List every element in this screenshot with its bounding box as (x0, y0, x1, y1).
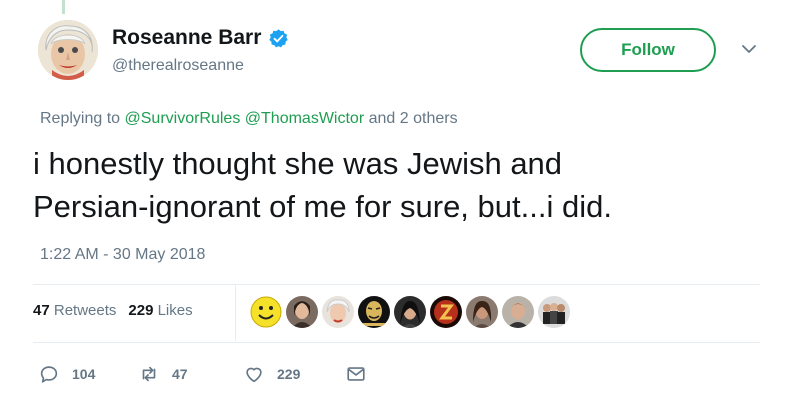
dark-hair-avatar[interactable] (466, 296, 498, 328)
retweet-action[interactable]: 47 (138, 363, 188, 385)
like-action[interactable]: 229 (243, 363, 300, 385)
reply-icon (40, 366, 58, 383)
divider (33, 284, 760, 285)
replying-to-line: Replying to @SurvivorRules @ThomasWictor… (40, 110, 458, 128)
stats-separator (235, 285, 236, 341)
direct-message-action[interactable] (345, 363, 367, 385)
man-portrait-avatar[interactable] (502, 296, 534, 328)
envelope-icon (347, 367, 365, 381)
likes-stat[interactable]: 229 Likes (128, 302, 192, 319)
liker-avatars (250, 296, 570, 328)
like-count: 229 (277, 366, 301, 382)
follow-button[interactable]: Follow (580, 28, 716, 72)
red-logo-avatar[interactable] (430, 296, 462, 328)
retweets-stat[interactable]: 47 Retweets (33, 302, 116, 319)
author-name-text: Roseanne Barr (112, 26, 262, 49)
tweet-text-line: i honestly thought she was Jewish and (33, 146, 563, 181)
likes-label: Likes (157, 302, 193, 319)
tweet-text: i honestly thought she was Jewish and Pe… (33, 142, 753, 228)
tweet-timestamp[interactable]: 1:22 AM - 30 May 2018 (40, 246, 205, 264)
heart-icon (246, 367, 262, 383)
thread-line (62, 0, 65, 14)
masked-face-avatar[interactable] (358, 296, 390, 328)
retweet-count: 47 (172, 366, 188, 382)
woman-avatar[interactable] (286, 296, 318, 328)
author-handle[interactable]: @therealroseanne (112, 57, 244, 75)
author-display-name[interactable]: Roseanne Barr (112, 26, 289, 50)
mention-thomaswictor[interactable]: @ThomasWictor (245, 110, 364, 127)
retweet-icon (142, 366, 156, 382)
chevron-down-icon[interactable] (740, 40, 758, 58)
replying-to-prefix: Replying to (40, 110, 121, 127)
reply-action[interactable]: 104 (38, 363, 95, 385)
group-avatar[interactable] (538, 296, 570, 328)
author-avatar-image (38, 20, 98, 80)
replying-to-others[interactable]: and 2 others (369, 110, 458, 127)
retweets-label: Retweets (53, 302, 117, 319)
tweet-stats: 47 Retweets 229 Likes (33, 302, 193, 319)
likes-count: 229 (128, 302, 154, 319)
smiley-face-avatar[interactable] (250, 296, 282, 328)
mention-survivorrules[interactable]: @SurvivorRules (125, 110, 241, 127)
divider (33, 342, 760, 343)
woman-portrait-avatar[interactable] (394, 296, 426, 328)
reply-count: 104 (72, 366, 96, 382)
elderly-woman-avatar[interactable] (322, 296, 354, 328)
author-avatar[interactable] (38, 20, 98, 80)
tweet-text-line: Persian-ignorant of me for sure, but...i… (33, 189, 612, 224)
retweets-count: 47 (33, 302, 50, 319)
verified-badge-icon (269, 28, 289, 47)
